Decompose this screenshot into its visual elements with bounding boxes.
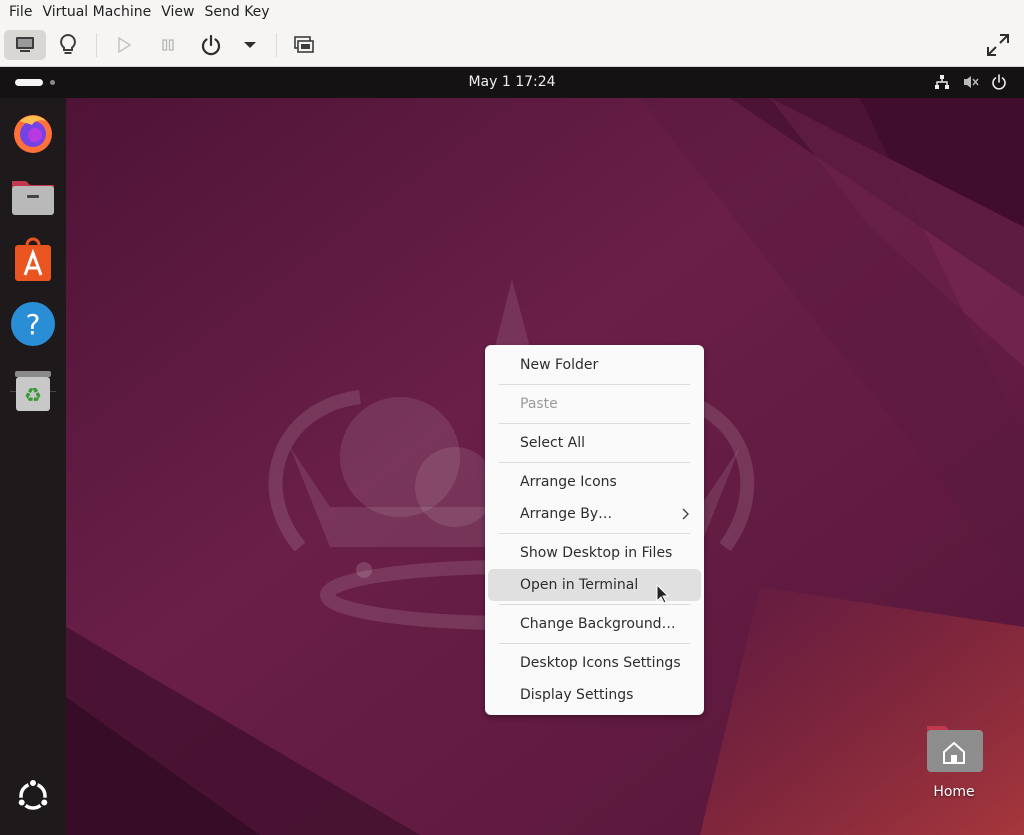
desktop-context-menu: New Folder Paste Select All Arrange Icon… [485, 345, 704, 715]
show-apps-button[interactable] [9, 774, 57, 822]
menu-separator [499, 384, 690, 385]
power-button[interactable] [194, 30, 228, 60]
menu-item-label: Arrange By… [520, 506, 613, 522]
menu-file[interactable]: File [4, 0, 37, 24]
lightbulb-icon [58, 33, 78, 57]
dock-trash[interactable]: ♻ [9, 369, 57, 417]
menu-separator [499, 643, 690, 644]
host-toolbar [0, 24, 1024, 67]
snapshots-button[interactable] [288, 30, 320, 60]
top-panel: May 1 17:24 [0, 67, 1024, 98]
play-icon [116, 36, 132, 54]
show-details-button[interactable] [50, 30, 86, 60]
home-folder-icon [925, 726, 983, 778]
menu-item-desktop-icons-settings[interactable]: Desktop Icons Settings [488, 647, 701, 679]
svg-text:♻: ♻ [24, 383, 42, 407]
show-console-button[interactable] [4, 30, 46, 60]
menu-item-select-all[interactable]: Select All [488, 427, 701, 459]
dock-firefox[interactable] [9, 110, 57, 158]
menu-separator [499, 423, 690, 424]
desktop-icon-label: Home [933, 784, 975, 800]
ubuntu-logo-icon [14, 777, 52, 819]
svg-text:?: ? [26, 308, 41, 341]
pause-button[interactable] [152, 30, 184, 60]
help-icon: ? [10, 301, 56, 351]
guest-display[interactable]: May 1 17:24 ? ♻ New Folder Paste Select … [0, 67, 1024, 835]
menu-view[interactable]: View [156, 0, 199, 24]
fullscreen-icon [985, 32, 1011, 58]
menu-separator [499, 533, 690, 534]
app-center-icon [10, 237, 56, 287]
menu-item-change-background[interactable]: Change Background… [488, 608, 701, 640]
dock-help[interactable]: ? [9, 302, 57, 350]
dock: ? ♻ [0, 98, 66, 835]
dock-files[interactable] [9, 174, 57, 222]
menu-item-arrange-icons[interactable]: Arrange Icons [488, 466, 701, 498]
host-menubar: File Virtual Machine View Send Key [0, 0, 1024, 24]
fullscreen-button[interactable] [980, 30, 1016, 60]
menu-item-arrange-by[interactable]: Arrange By… [488, 498, 701, 530]
mouse-pointer-icon [656, 583, 670, 608]
menu-item-paste: Paste [520, 396, 558, 412]
dock-app-center[interactable] [9, 237, 57, 287]
menu-item-display-settings[interactable]: Display Settings [488, 679, 701, 711]
menu-item-show-desktop-in-files[interactable]: Show Desktop in Files [488, 537, 701, 569]
files-icon [10, 173, 56, 223]
power-icon [200, 34, 222, 56]
menu-item-new-folder[interactable]: New Folder [488, 349, 701, 381]
chevron-down-icon [244, 41, 256, 49]
power-menu-button[interactable] [236, 30, 264, 60]
menu-virtual-machine[interactable]: Virtual Machine [37, 0, 156, 24]
menu-send-key[interactable]: Send Key [199, 0, 274, 24]
pause-icon [160, 37, 176, 53]
run-button[interactable] [108, 30, 140, 60]
desktop-icon-home[interactable]: Home [918, 722, 990, 800]
chevron-right-icon [681, 498, 689, 532]
screenshot-icon [293, 35, 315, 55]
toolbar-separator [276, 33, 277, 57]
volume-muted-icon[interactable] [962, 74, 980, 94]
trash-icon: ♻ [10, 368, 56, 418]
firefox-icon [10, 109, 56, 159]
toolbar-separator [96, 33, 97, 57]
panel-clock[interactable]: May 1 17:24 [0, 67, 1024, 98]
network-icon[interactable] [934, 74, 950, 94]
system-power-icon[interactable] [991, 74, 1007, 94]
display-icon [14, 35, 36, 55]
menu-separator [499, 462, 690, 463]
